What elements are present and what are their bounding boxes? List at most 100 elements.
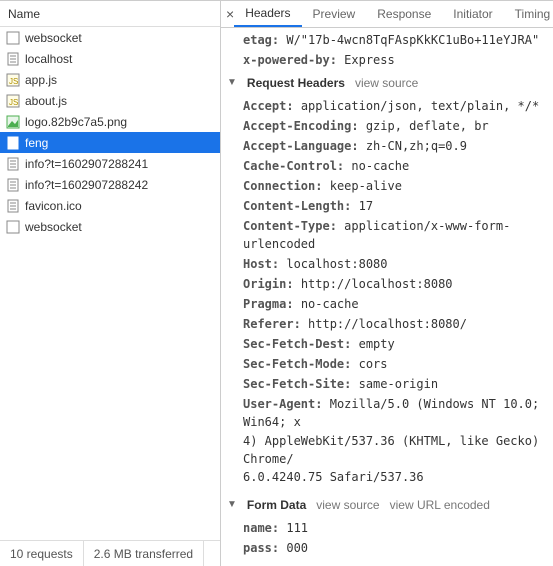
view-url-encoded-link[interactable]: view URL encoded bbox=[390, 496, 490, 514]
close-icon[interactable]: × bbox=[226, 1, 234, 27]
request-row[interactable]: logo.82b9c7a5.png bbox=[0, 111, 220, 132]
header-value: gzip, deflate, br bbox=[366, 119, 489, 133]
file-icon: JS bbox=[6, 73, 20, 87]
header-key: Host: bbox=[243, 257, 279, 271]
request-name: websocket bbox=[25, 220, 82, 234]
detail-tabs: × HeadersPreviewResponseInitiatorTiming bbox=[221, 1, 553, 28]
header-value: http://localhost:8080/ bbox=[308, 317, 467, 331]
header-value: same-origin bbox=[359, 377, 438, 391]
request-row[interactable]: JS about.js bbox=[0, 90, 220, 111]
request-row[interactable]: websocket bbox=[0, 27, 220, 48]
header-key: Content-Type: bbox=[243, 219, 337, 233]
form-key: pass: bbox=[243, 541, 279, 555]
request-name: app.js bbox=[25, 73, 57, 87]
header-user-agent: User-Agent: Mozilla/5.0 (Windows NT 10.0… bbox=[221, 394, 553, 432]
response-header-row: x-powered-by: Express bbox=[221, 50, 553, 70]
chevron-down-icon: ▼ bbox=[227, 496, 237, 514]
request-header-row: Content-Type: application/x-www-form-url… bbox=[221, 216, 553, 254]
file-icon bbox=[6, 136, 20, 150]
header-key: etag: bbox=[243, 33, 279, 47]
form-data-row: pass: 000 bbox=[221, 538, 553, 558]
file-icon bbox=[6, 220, 20, 234]
header-key: Origin: bbox=[243, 277, 294, 291]
view-source-link[interactable]: view source bbox=[355, 74, 418, 92]
header-value: no-cache bbox=[351, 159, 409, 173]
header-value: cors bbox=[359, 357, 388, 371]
request-name: localhost bbox=[25, 52, 72, 66]
request-row[interactable]: localhost bbox=[0, 48, 220, 69]
request-header-row: Content-Length: 17 bbox=[221, 196, 553, 216]
request-name: feng bbox=[25, 136, 48, 150]
header-key: Sec-Fetch-Mode: bbox=[243, 357, 351, 371]
header-key: x-powered-by: bbox=[243, 53, 337, 67]
view-source-link[interactable]: view source bbox=[316, 496, 379, 514]
form-data-section[interactable]: ▼ Form Data view source view URL encoded bbox=[221, 492, 553, 518]
request-headers-section[interactable]: ▼ Request Headers view source bbox=[221, 70, 553, 96]
tab-initiator[interactable]: Initiator bbox=[442, 1, 503, 27]
request-header-row: Sec-Fetch-Site: same-origin bbox=[221, 374, 553, 394]
file-icon bbox=[6, 178, 20, 192]
header-value: W/"17b-4wcn8TqFAspKkKC1uBo+11eYJRA" bbox=[286, 33, 539, 47]
user-agent-line: 6.0.4240.75 Safari/537.36 bbox=[221, 468, 553, 486]
request-list-panel: Name websocket localhost JS app.js JS about.j… bbox=[0, 1, 221, 566]
file-icon bbox=[6, 157, 20, 171]
header-value: empty bbox=[359, 337, 395, 351]
request-row[interactable]: websocket bbox=[0, 216, 220, 237]
header-value: no-cache bbox=[301, 297, 359, 311]
section-title-text: Request Headers bbox=[247, 74, 345, 92]
header-key: User-Agent: bbox=[243, 397, 322, 411]
tab-headers[interactable]: Headers bbox=[234, 1, 301, 27]
footer-transferred: 2.6 MB transferred bbox=[84, 541, 204, 566]
header-key: Accept-Encoding: bbox=[243, 119, 359, 133]
header-key: Referer: bbox=[243, 317, 301, 331]
header-key: Content-Length: bbox=[243, 199, 351, 213]
request-row[interactable]: info?t=1602907288242 bbox=[0, 174, 220, 195]
request-list-footer: 10 requests 2.6 MB transferred bbox=[0, 540, 220, 566]
request-header-row: Origin: http://localhost:8080 bbox=[221, 274, 553, 294]
form-value: 111 bbox=[286, 521, 308, 535]
request-header-row: Pragma: no-cache bbox=[221, 294, 553, 314]
root: Name websocket localhost JS app.js JS about.j… bbox=[0, 0, 553, 566]
file-icon bbox=[6, 52, 20, 66]
tab-response[interactable]: Response bbox=[366, 1, 442, 27]
file-icon bbox=[6, 31, 20, 45]
request-name: info?t=1602907288241 bbox=[25, 157, 148, 171]
request-row[interactable]: info?t=1602907288241 bbox=[0, 153, 220, 174]
request-header-row: Host: localhost:8080 bbox=[221, 254, 553, 274]
request-row[interactable]: JS app.js bbox=[0, 69, 220, 90]
header-value: Express bbox=[344, 53, 395, 67]
header-value: keep-alive bbox=[330, 179, 402, 193]
response-header-row: etag: W/"17b-4wcn8TqFAspKkKC1uBo+11eYJRA… bbox=[221, 30, 553, 50]
header-key: Sec-Fetch-Dest: bbox=[243, 337, 351, 351]
request-header-row: Accept-Language: zh-CN,zh;q=0.9 bbox=[221, 136, 553, 156]
chevron-down-icon: ▼ bbox=[227, 74, 237, 92]
file-icon bbox=[6, 199, 20, 213]
request-name: info?t=1602907288242 bbox=[25, 178, 148, 192]
footer-requests: 10 requests bbox=[0, 541, 84, 566]
detail-body: etag: W/"17b-4wcn8TqFAspKkKC1uBo+11eYJRA… bbox=[221, 28, 553, 566]
svg-text:JS: JS bbox=[9, 77, 18, 86]
request-header-row: Accept: application/json, text/plain, */… bbox=[221, 96, 553, 116]
request-header-row: Sec-Fetch-Dest: empty bbox=[221, 334, 553, 354]
file-icon: JS bbox=[6, 94, 20, 108]
request-list-header[interactable]: Name bbox=[0, 1, 220, 27]
request-name: logo.82b9c7a5.png bbox=[25, 115, 127, 129]
section-title-text: Form Data bbox=[247, 496, 306, 514]
user-agent-line: 4) AppleWebKit/537.36 (KHTML, like Gecko… bbox=[221, 432, 553, 468]
tab-timing[interactable]: Timing bbox=[504, 1, 553, 27]
file-icon bbox=[6, 115, 20, 129]
request-name: about.js bbox=[25, 94, 67, 108]
request-row[interactable]: feng bbox=[0, 132, 220, 153]
header-value: 17 bbox=[359, 199, 373, 213]
request-name: websocket bbox=[25, 31, 82, 45]
detail-panel: × HeadersPreviewResponseInitiatorTiming … bbox=[221, 1, 553, 566]
tab-preview[interactable]: Preview bbox=[302, 1, 367, 27]
header-value: zh-CN,zh;q=0.9 bbox=[366, 139, 467, 153]
request-row[interactable]: favicon.ico bbox=[0, 195, 220, 216]
svg-text:JS: JS bbox=[9, 98, 18, 107]
request-list-body: websocket localhost JS app.js JS about.js logo… bbox=[0, 27, 220, 540]
form-data-row: name: 111 bbox=[221, 518, 553, 538]
request-header-row: Cache-Control: no-cache bbox=[221, 156, 553, 176]
request-name: favicon.ico bbox=[25, 199, 82, 213]
request-header-row: Accept-Encoding: gzip, deflate, br bbox=[221, 116, 553, 136]
